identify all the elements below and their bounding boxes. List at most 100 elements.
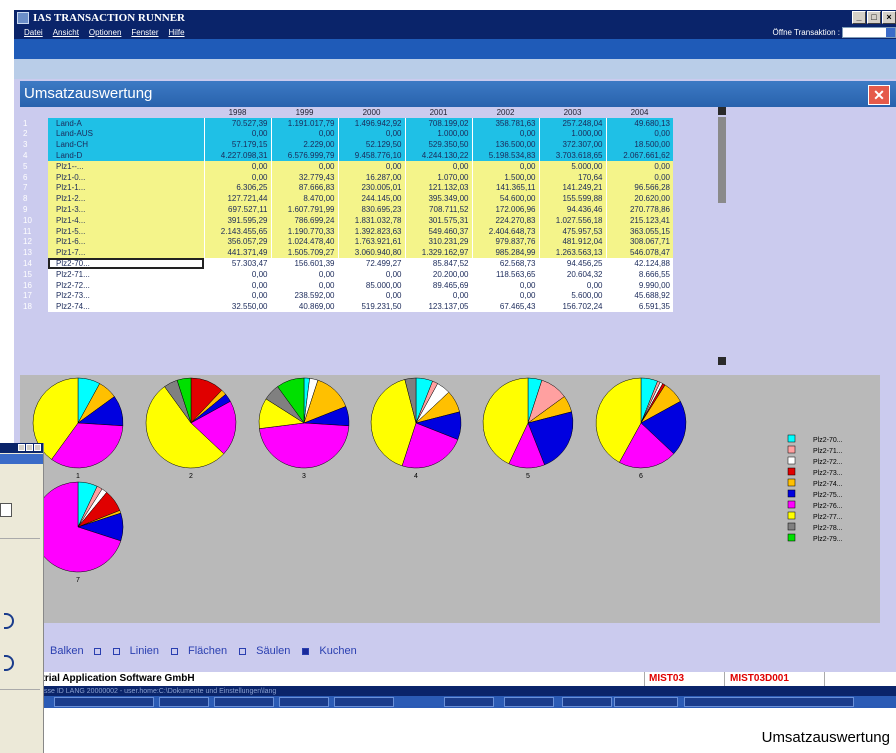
table-cell[interactable]: 0,00 <box>605 160 673 172</box>
taskbar-button[interactable] <box>334 697 394 707</box>
table-cell[interactable]: 20.620,00 <box>605 193 673 205</box>
table-cell[interactable]: 4.227.098,31 <box>203 150 271 161</box>
table-cell[interactable]: 0,00 <box>203 171 271 183</box>
table-cell[interactable]: 141.249,21 <box>538 182 606 194</box>
table-cell[interactable]: 127.721,44 <box>203 193 271 205</box>
table-cell[interactable]: 215.123,41 <box>605 214 673 226</box>
table-cell[interactable]: 5.000,00 <box>538 160 606 172</box>
table-cell[interactable]: 4.244.130,22 <box>404 150 472 161</box>
table-row[interactable]: 3 Land-CH 57.179,15 2.229,00 52.129,50 529.35… <box>20 139 673 151</box>
table-cell[interactable]: 67.465,43 <box>471 301 539 313</box>
table-row[interactable]: 18 Plz2-74... 32.550,00 40.869,00 519.231,50… <box>20 301 673 313</box>
table-cell[interactable]: 0,00 <box>270 160 338 172</box>
taskbar-button[interactable] <box>444 697 494 707</box>
chart-type-option[interactable]: Kuchen <box>302 645 357 657</box>
radio-button[interactable] <box>171 647 178 655</box>
table-cell[interactable]: 45.688,92 <box>605 290 673 302</box>
table-cell[interactable]: 9.990,00 <box>605 279 673 291</box>
table-cell[interactable]: 0,00 <box>471 279 539 291</box>
table-cell[interactable]: 0,00 <box>605 171 673 183</box>
table-cell[interactable]: 244.145,00 <box>337 193 405 205</box>
table-cell[interactable]: 6.306,25 <box>203 182 271 194</box>
table-cell[interactable]: 0,00 <box>404 290 472 302</box>
table-cell[interactable]: 96.566,28 <box>605 182 673 194</box>
table-cell[interactable]: 519.231,50 <box>337 301 405 313</box>
transaction-input[interactable] <box>842 27 896 38</box>
taskbar-button[interactable] <box>614 697 678 707</box>
table-cell[interactable]: 1.607.791,99 <box>270 204 338 215</box>
row-label[interactable]: Plz1-7... <box>48 247 204 259</box>
table-cell[interactable]: 0,00 <box>404 160 472 172</box>
row-label[interactable]: Plz1-4... <box>48 214 204 226</box>
table-row[interactable]: 13 Plz1-7... 441.371,49 1.505.709,27 3.060.9… <box>20 247 673 259</box>
table-cell[interactable]: 1.000,00 <box>404 128 472 140</box>
table-cell[interactable]: 5.600,00 <box>538 290 606 302</box>
table-row[interactable]: 2 Land-AUS 0,00 0,00 0,00 1.000,00 0,00 1.000,0… <box>20 128 673 140</box>
table-cell[interactable]: 0,00 <box>203 160 271 172</box>
scroll-up-arrow-icon[interactable] <box>718 107 726 115</box>
table-cell[interactable]: 49.680,13 <box>605 117 673 129</box>
table-cell[interactable]: 123.137,05 <box>404 301 472 313</box>
table-cell[interactable]: 1.763.921,61 <box>337 236 405 248</box>
table-cell[interactable]: 52.129,50 <box>337 139 405 151</box>
bg-maximize-button[interactable] <box>26 444 33 451</box>
background-control[interactable] <box>4 655 14 671</box>
table-cell[interactable]: 708.711,52 <box>404 204 472 215</box>
table-cell[interactable]: 85.847,52 <box>404 258 472 269</box>
panel-close-button[interactable]: ✕ <box>868 85 890 105</box>
menu-ansicht[interactable]: Ansicht <box>53 28 79 37</box>
table-cell[interactable]: 118.563,65 <box>471 268 539 280</box>
table-cell[interactable]: 0,00 <box>270 279 338 291</box>
table-cell[interactable]: 830.695,23 <box>337 204 405 215</box>
table-cell[interactable]: 1.070,00 <box>404 171 472 183</box>
table-cell[interactable]: 6.591,35 <box>605 301 673 313</box>
table-cell[interactable]: 549.460,37 <box>404 225 472 237</box>
table-cell[interactable]: 3.703.618,65 <box>538 150 606 161</box>
taskbar-button[interactable] <box>214 697 274 707</box>
table-cell[interactable]: 16.287,00 <box>337 171 405 183</box>
table-cell[interactable]: 0,00 <box>203 128 271 140</box>
table-cell[interactable]: 85.000,00 <box>337 279 405 291</box>
table-cell[interactable]: 0,00 <box>203 290 271 302</box>
scroll-thumb[interactable] <box>718 117 726 203</box>
radio-button[interactable] <box>112 647 120 655</box>
table-cell[interactable]: 89.465,69 <box>404 279 472 291</box>
table-cell[interactable]: 1.000,00 <box>538 128 606 140</box>
chart-type-option[interactable]: Linien <box>112 645 159 657</box>
table-cell[interactable]: 20.604,32 <box>538 268 606 280</box>
maximize-button[interactable]: □ <box>867 11 881 24</box>
table-row[interactable]: 14 Plz2-70... 57.303,47 156.601,39 72.499,27… <box>20 258 673 269</box>
table-cell[interactable]: 170,64 <box>538 171 606 183</box>
table-cell[interactable]: 0,00 <box>337 128 405 140</box>
row-label[interactable]: Plz1-6... <box>48 236 204 248</box>
year-header[interactable]: 2004 <box>606 107 673 118</box>
menu-optionen[interactable]: Optionen <box>89 28 121 37</box>
table-cell[interactable]: 0,00 <box>605 128 673 140</box>
table-cell[interactable]: 270.778,86 <box>605 204 673 215</box>
table-cell[interactable]: 94.436,46 <box>538 204 606 215</box>
table-row[interactable]: 16 Plz2-72... 0,00 0,00 85.000,00 89.465,69 0,… <box>20 279 673 291</box>
row-label[interactable]: Plz2-73... <box>48 290 204 302</box>
table-row[interactable]: 11 Plz1-5... 2.143.455,65 1.190.770,33 1.392… <box>20 225 673 237</box>
table-cell[interactable]: 391.595,29 <box>203 214 271 226</box>
table-row[interactable]: 15 Plz2-71... 0,00 0,00 0,00 20.200,00 118.563… <box>20 268 673 280</box>
row-label[interactable]: Plz2-74... <box>48 301 204 313</box>
chart-type-option[interactable]: Säulen <box>239 645 290 657</box>
table-cell[interactable]: 0,00 <box>471 290 539 302</box>
table-cell[interactable]: 1.329.162,97 <box>404 247 472 259</box>
year-header[interactable]: 1999 <box>271 107 338 118</box>
table-cell[interactable]: 358.781,63 <box>471 117 539 129</box>
table-cell[interactable]: 32.550,00 <box>203 301 271 313</box>
table-cell[interactable]: 2.067.661,62 <box>605 150 673 161</box>
table-cell[interactable]: 529.350,50 <box>404 139 472 151</box>
table-cell[interactable]: 57.303,47 <box>203 258 271 269</box>
row-label[interactable]: Plz1-0... <box>48 171 204 183</box>
table-cell[interactable]: 2.229,00 <box>270 139 338 151</box>
close-window-button[interactable]: × <box>882 11 896 24</box>
table-cell[interactable]: 1.500,00 <box>471 171 539 183</box>
minimize-button[interactable]: _ <box>852 11 866 24</box>
table-cell[interactable]: 156.702,24 <box>538 301 606 313</box>
chart-type-option[interactable]: Flächen <box>171 645 227 657</box>
row-label[interactable]: Land-CH <box>48 139 204 151</box>
table-cell[interactable]: 1.831.032,78 <box>337 214 405 226</box>
